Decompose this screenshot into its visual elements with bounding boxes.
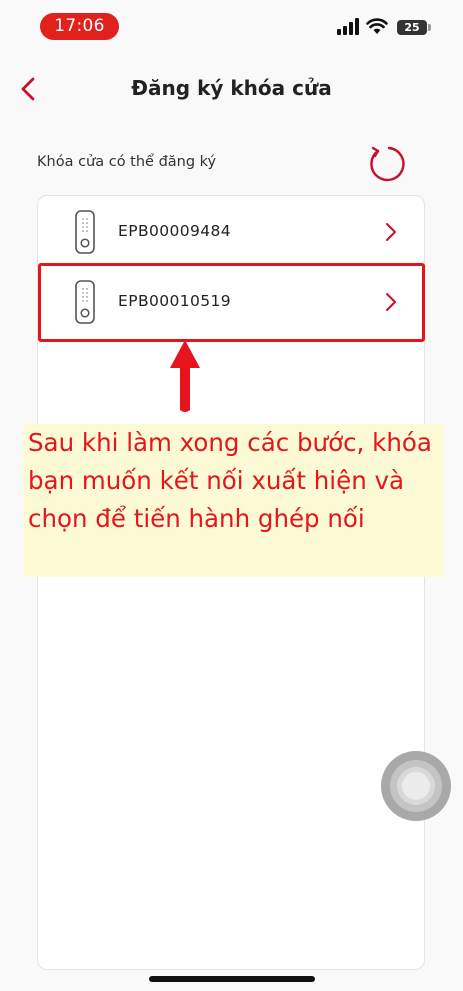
status-bar: 17:06 25: [0, 0, 463, 50]
assistive-touch-button[interactable]: [380, 750, 452, 822]
home-indicator: [149, 976, 315, 982]
highlight-box: [38, 263, 425, 342]
battery-icon: 25: [397, 20, 427, 35]
refresh-icon[interactable]: [366, 144, 408, 184]
device-id: EPB00009484: [118, 222, 232, 240]
chevron-right-icon: [386, 223, 396, 241]
door-lock-icon: [75, 210, 95, 254]
page-title: Đăng ký khóa cửa: [131, 76, 332, 100]
status-time: 17:06: [40, 13, 119, 40]
annotation-text: Sau khi làm xong các bước, khóa bạn muốn…: [28, 428, 432, 533]
annotation-box: Sau khi làm xong các bước, khóa bạn muốn…: [23, 424, 443, 577]
list-item[interactable]: EPB00009484: [38, 198, 426, 266]
battery-cap: [428, 24, 431, 31]
arrow-up-icon: [170, 340, 200, 412]
cellular-signal-icon: [337, 18, 361, 35]
section-label: Khóa cửa có thể đăng ký: [37, 154, 217, 170]
wifi-icon: [366, 18, 388, 34]
header: Đăng ký khóa cửa: [0, 60, 463, 116]
